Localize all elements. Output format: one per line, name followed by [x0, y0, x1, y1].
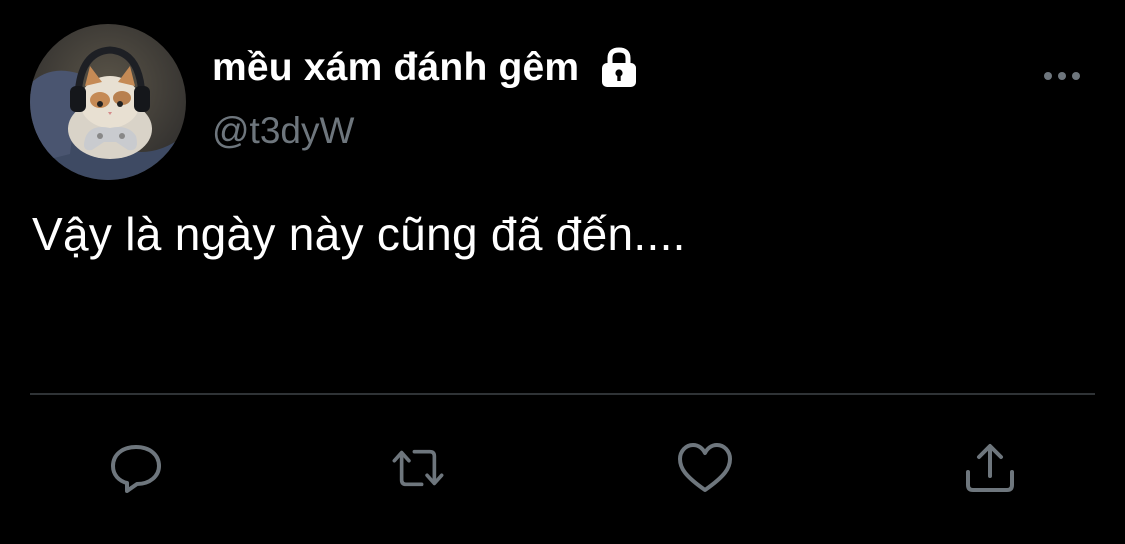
cat-with-headphones-avatar: [30, 24, 186, 180]
divider: [30, 393, 1095, 395]
like-button[interactable]: [675, 438, 735, 498]
reply-icon: [111, 445, 161, 493]
share-button[interactable]: [960, 438, 1020, 498]
retweet-icon: [392, 449, 444, 487]
more-options-icon[interactable]: [1038, 60, 1086, 92]
share-icon: [966, 444, 1014, 492]
display-name-row: mều xám đánh gêm: [212, 44, 639, 92]
lock-icon: [599, 46, 639, 90]
tweet-text: Vậy là ngày này cũng đã đến....: [32, 208, 686, 260]
display-name[interactable]: mều xám đánh gêm: [212, 46, 579, 90]
heart-icon: [678, 443, 732, 492]
reply-button[interactable]: [106, 438, 166, 498]
retweet-button[interactable]: [388, 438, 448, 498]
user-handle[interactable]: @t3dyW: [212, 110, 354, 152]
avatar[interactable]: [30, 24, 186, 180]
